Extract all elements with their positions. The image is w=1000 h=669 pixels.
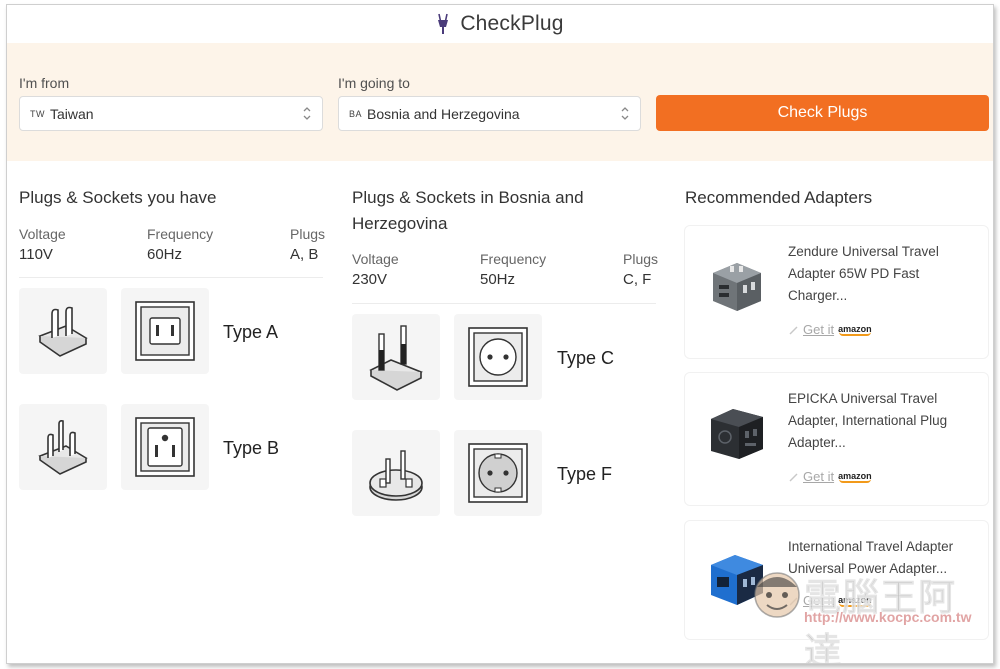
watermark-url: http://www.kocpc.com.tw xyxy=(804,609,972,625)
amazon-logo: amazon xyxy=(838,323,872,336)
type-f-socket-icon xyxy=(454,430,542,516)
have-frequency-label: Frequency xyxy=(147,226,214,242)
destination-plugs-label: Plugs xyxy=(623,251,659,267)
destination-plugs-value: C, F xyxy=(623,271,652,288)
app-title: CheckPlug xyxy=(460,12,564,35)
universal-adapter-black-icon xyxy=(711,409,763,459)
destination-section-title: Plugs & Sockets in Bosnia and Herzegovin… xyxy=(352,185,584,237)
type-f-plug-icon xyxy=(352,430,440,516)
destination-voltage-label: Voltage xyxy=(352,251,399,267)
app-window: CheckPlug I'm from TW Taiwan I'm going t… xyxy=(6,4,994,664)
get-it-link[interactable]: Get it amazon xyxy=(789,322,872,337)
have-section-title: Plugs & Sockets you have xyxy=(19,188,217,207)
adapter-name: Zendure Universal Travel Adapter 65W PD … xyxy=(788,244,939,303)
to-label: I'm going to xyxy=(338,75,410,91)
have-frequency-value: 60Hz xyxy=(147,246,183,263)
pencil-icon xyxy=(789,326,798,334)
type-c-socket-icon xyxy=(454,314,542,400)
to-country-select[interactable]: BA Bosnia and Herzegovina xyxy=(338,96,641,131)
type-b-label: Type B xyxy=(223,438,280,458)
divider xyxy=(19,277,323,278)
destination-title-line1: Plugs & Sockets in Bosnia and xyxy=(352,188,584,207)
type-a-label: Type A xyxy=(223,322,279,342)
to-country-value: Bosnia and Herzegovina xyxy=(367,105,520,122)
type-c-plug-icon xyxy=(352,314,440,400)
type-f-label: Type F xyxy=(557,464,613,484)
type-c-label: Type C xyxy=(557,348,615,368)
get-it-link[interactable]: Get it amazon xyxy=(789,469,872,484)
from-label: I'm from xyxy=(19,75,70,91)
pencil-icon xyxy=(789,473,798,481)
universal-adapter-grey-icon xyxy=(713,263,761,311)
select-chevron-icon xyxy=(303,107,311,120)
divider xyxy=(352,303,656,304)
amazon-logo: amazon xyxy=(838,470,872,483)
type-a-plug-icon xyxy=(19,288,107,374)
destination-frequency-value: 50Hz xyxy=(480,271,516,288)
from-country-code: TW xyxy=(30,108,45,119)
select-chevron-icon xyxy=(621,107,629,120)
have-plugs-value: A, B xyxy=(290,246,319,263)
have-voltage-label: Voltage xyxy=(19,226,66,242)
type-a-socket-icon xyxy=(121,288,209,374)
type-b-plug-icon xyxy=(19,404,107,490)
have-voltage-value: 110V xyxy=(19,246,53,263)
destination-voltage-value: 230V xyxy=(352,271,388,288)
app-header: CheckPlug xyxy=(7,5,993,43)
adapters-section-title: Recommended Adapters xyxy=(685,188,873,207)
check-plugs-button[interactable]: Check Plugs xyxy=(656,95,989,131)
destination-frequency-label: Frequency xyxy=(480,251,547,267)
have-plugs-label: Plugs xyxy=(290,226,326,242)
from-country-select[interactable]: TW Taiwan xyxy=(19,96,323,131)
to-country-code: BA xyxy=(349,108,363,119)
watermark-mascot-icon xyxy=(754,572,800,618)
type-b-socket-icon xyxy=(121,404,209,490)
plug-logo-icon xyxy=(438,13,449,34)
search-panel: I'm from TW Taiwan I'm going to BA Bosni… xyxy=(7,43,993,161)
destination-title-line2: Herzegovina xyxy=(352,214,448,233)
adapter-name: EPICKA Universal Travel Adapter, Interna… xyxy=(788,391,948,450)
adapter-card[interactable]: EPICKA Universal Travel Adapter, Interna… xyxy=(684,372,989,506)
adapter-card[interactable]: Zendure Universal Travel Adapter 65W PD … xyxy=(684,225,989,359)
from-country-value: Taiwan xyxy=(50,105,94,122)
